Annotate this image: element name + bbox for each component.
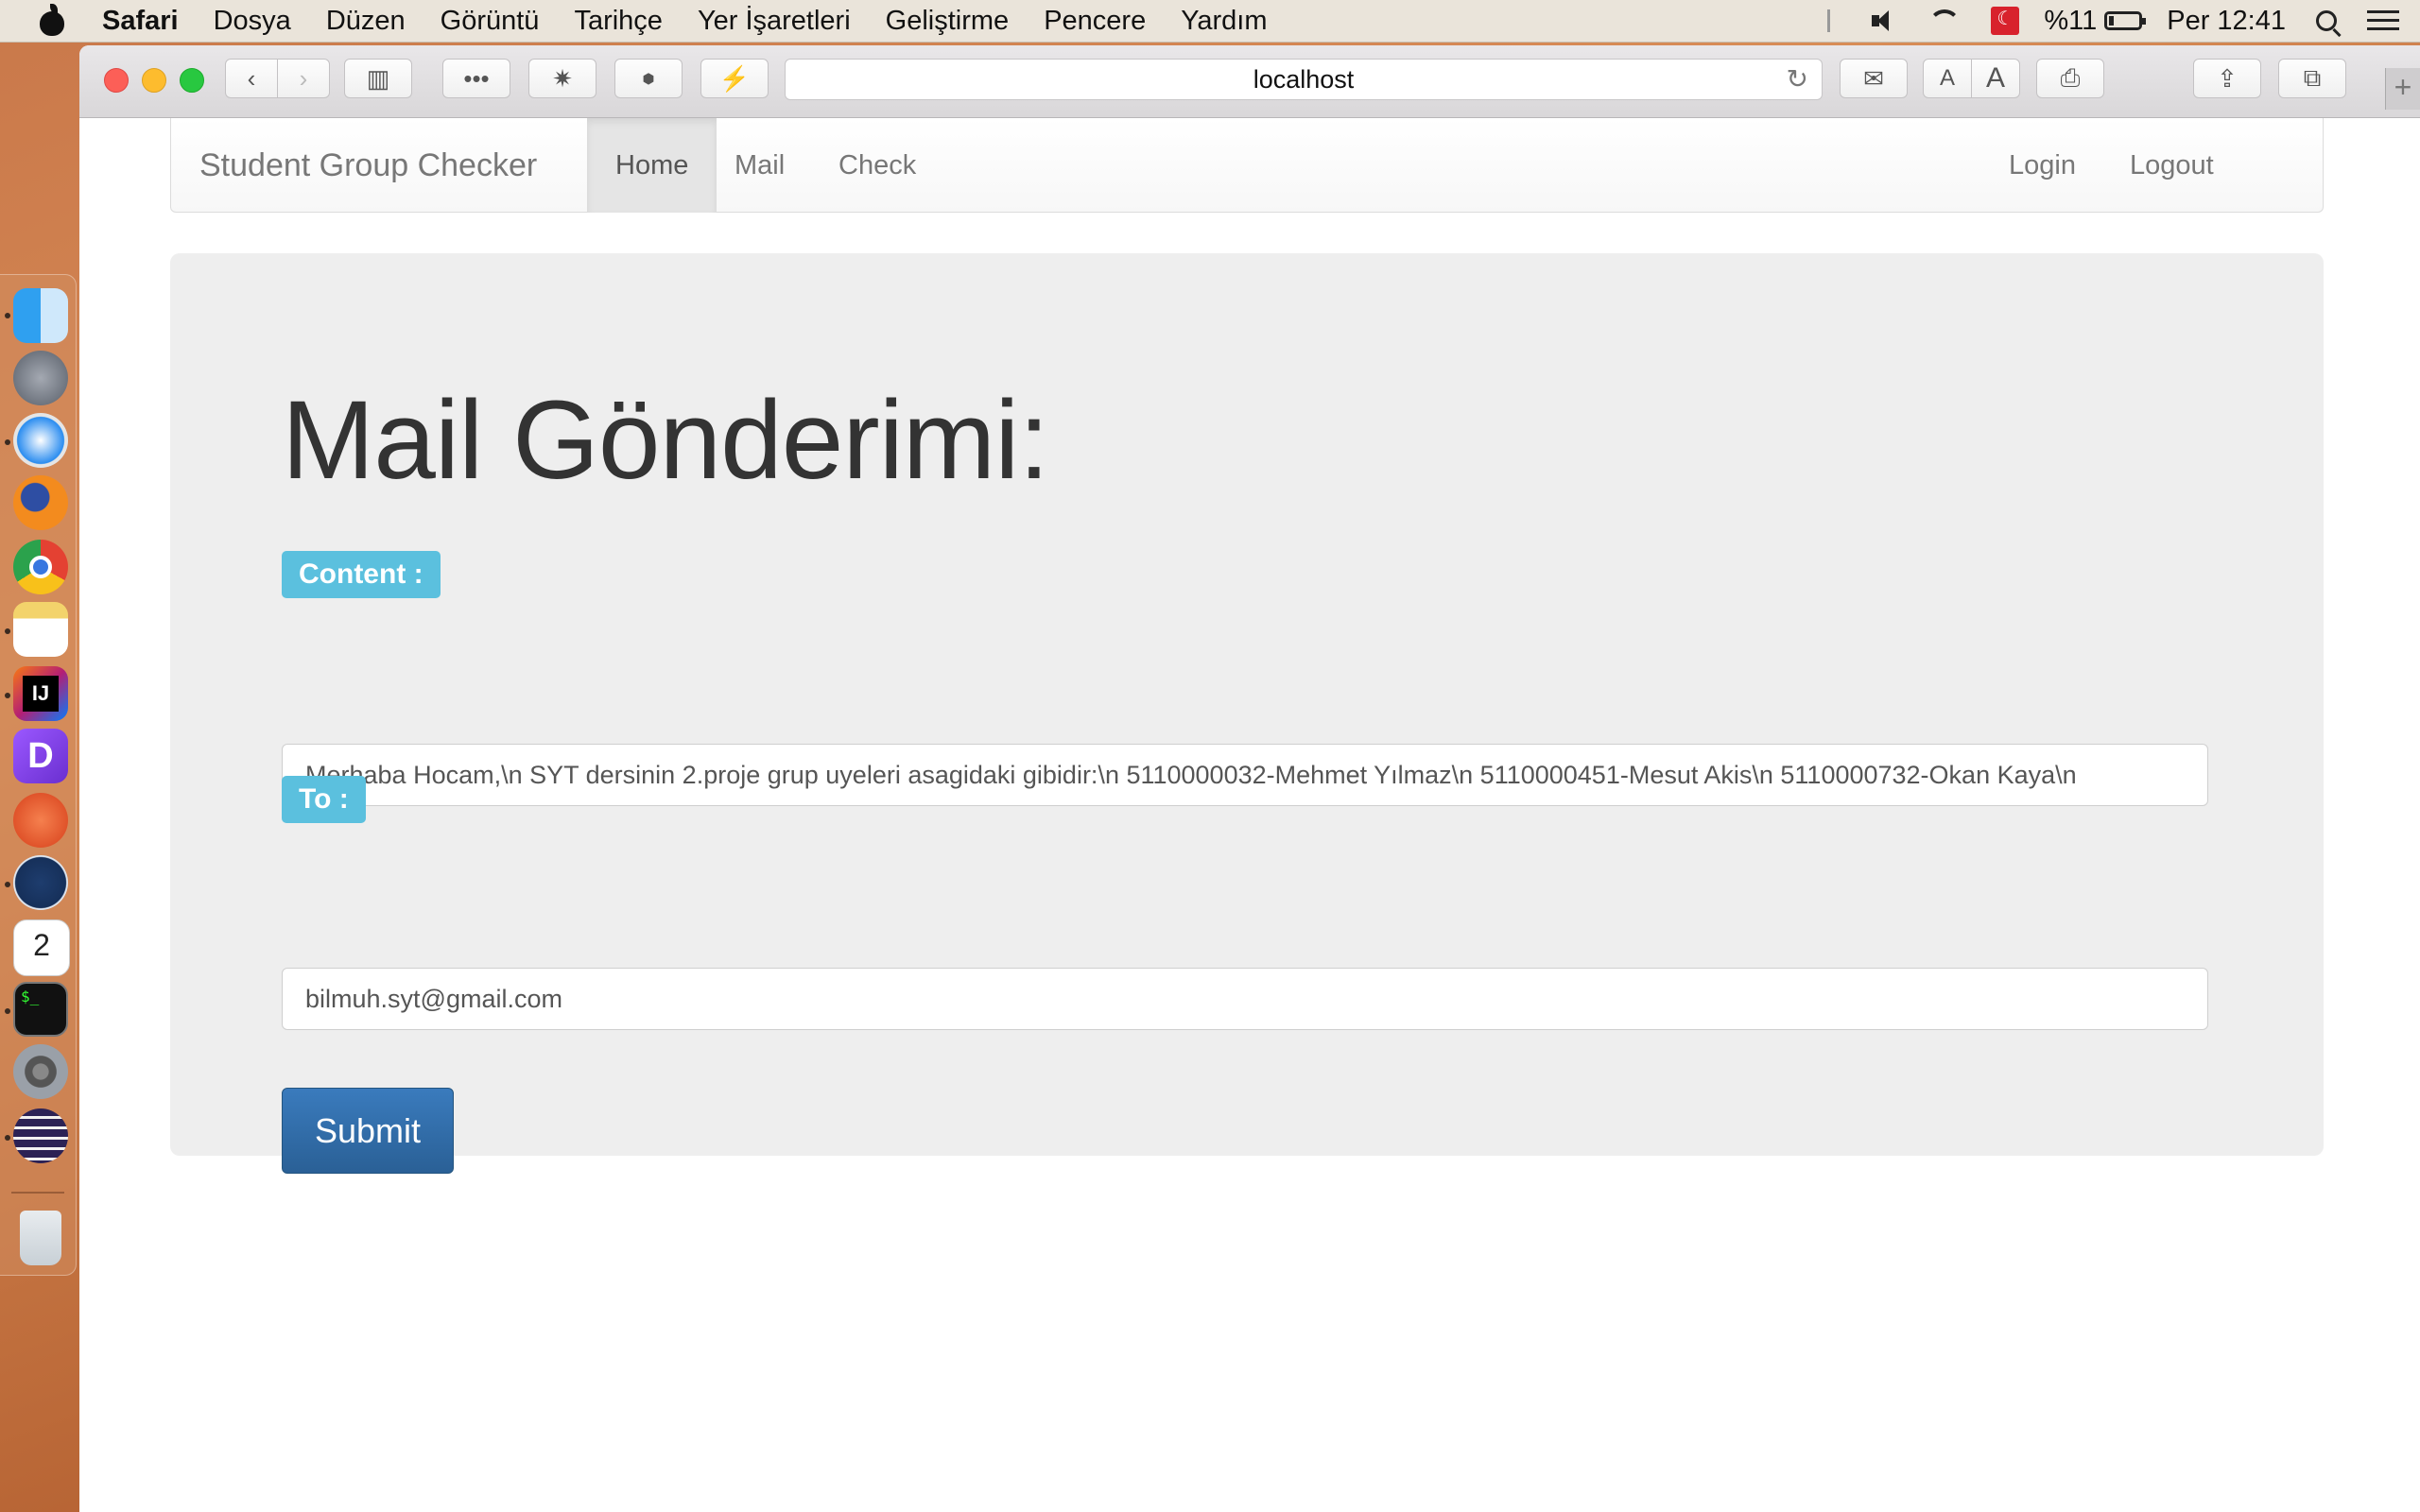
dock xyxy=(0,274,77,1276)
sidebar-icon: ▥ xyxy=(366,63,390,93)
browser-window: ‹ › ▥ ••• ✷ ⬢ ⚡ localhost ↻ ✉ A A ⎙ ⇪ ⧉ … xyxy=(79,45,2420,1512)
adblock-button[interactable]: ⬢ xyxy=(614,59,683,98)
text-larger-button[interactable]: A xyxy=(1971,59,2020,98)
share-button[interactable]: ⇪ xyxy=(2193,59,2261,98)
to-label: To : xyxy=(282,776,366,823)
tabs-icon: ⧉ xyxy=(2303,63,2322,92)
bug-icon: ✷ xyxy=(552,63,573,93)
wifi-icon[interactable] xyxy=(1928,9,1962,42)
system-preferences-icon[interactable] xyxy=(13,1044,68,1099)
chevron-left-icon: ‹ xyxy=(247,63,256,93)
dash-icon[interactable] xyxy=(13,729,68,783)
font-larger-icon: A xyxy=(1985,62,2005,94)
apple-icon[interactable] xyxy=(36,4,68,38)
lightning-extension-button[interactable]: ⚡ xyxy=(700,59,769,98)
menu-pencere[interactable]: Pencere xyxy=(1044,6,1146,37)
print-button[interactable]: ⎙ xyxy=(2036,59,2104,98)
forward-button[interactable]: › xyxy=(277,59,330,98)
menu-gelistirme[interactable]: Geliştirme xyxy=(886,6,1010,37)
spotlight-search-icon[interactable] xyxy=(2316,10,2337,31)
lightning-icon: ⚡ xyxy=(718,63,751,93)
sidebar-button[interactable]: ▥ xyxy=(344,59,412,98)
zoom-window-button[interactable] xyxy=(180,68,204,93)
printer-icon: ⎙ xyxy=(2060,63,2081,92)
menu-yer-isaretleri[interactable]: Yer İşaretleri xyxy=(698,6,851,37)
input-source-flag-icon[interactable] xyxy=(1991,7,2020,35)
navbar-brand[interactable]: Student Group Checker xyxy=(199,118,537,213)
volume-icon[interactable] xyxy=(1870,9,1898,33)
intellij-icon[interactable] xyxy=(13,666,68,721)
running-indicator xyxy=(5,628,10,634)
plus-icon: + xyxy=(2394,70,2412,104)
running-indicator xyxy=(5,882,10,887)
abp-icon: ⬢ xyxy=(642,70,655,86)
nav-link-home[interactable]: Home xyxy=(587,118,717,213)
content-label: Content : xyxy=(282,551,441,598)
menu-goruntu[interactable]: Görüntü xyxy=(441,6,540,37)
notes-icon[interactable] xyxy=(13,602,68,657)
menu-duzen[interactable]: Düzen xyxy=(326,6,406,37)
extension-button[interactable]: ••• xyxy=(442,59,510,98)
menu-dosya[interactable]: Dosya xyxy=(214,6,291,37)
new-tab-button[interactable]: + xyxy=(2385,68,2420,110)
navbar: Student Group Checker Home Mail Check Lo… xyxy=(170,118,2324,213)
menu-tarihce[interactable]: Tarihçe xyxy=(574,6,663,37)
trash-icon[interactable] xyxy=(20,1211,61,1265)
text-smaller-button[interactable]: A xyxy=(1923,59,1972,98)
calendar-icon[interactable] xyxy=(13,919,70,976)
chevron-right-icon: › xyxy=(299,63,308,93)
share-icon: ⇪ xyxy=(2217,63,2238,93)
reload-icon[interactable]: ↻ xyxy=(1787,60,1808,99)
firefox-icon[interactable] xyxy=(13,475,68,530)
safari-icon[interactable] xyxy=(13,413,68,468)
terminal-icon[interactable] xyxy=(13,982,68,1037)
mail-form-panel: Mail Gönderimi: Content : Merhaba Hocam,… xyxy=(170,253,2324,1174)
running-indicator xyxy=(5,1135,10,1141)
menu-app-safari[interactable]: Safari xyxy=(102,6,179,37)
font-smaller-icon: A xyxy=(1939,65,1955,91)
web-page: Student Group Checker Home Mail Check Lo… xyxy=(79,118,2420,1512)
to-email-input[interactable]: bilmuh.syt@gmail.com xyxy=(282,968,2208,1030)
notification-center-icon[interactable] xyxy=(2367,10,2399,31)
finder-icon[interactable] xyxy=(13,288,68,343)
content-input[interactable]: Merhaba Hocam,\n SYT dersinin 2.proje gr… xyxy=(282,744,2208,806)
launchpad-icon[interactable] xyxy=(13,351,68,405)
tabs-overview-button[interactable]: ⧉ xyxy=(2278,59,2346,98)
close-window-button[interactable] xyxy=(104,68,129,93)
envelope-icon: ✉ xyxy=(1863,63,1884,93)
running-indicator xyxy=(5,439,10,445)
nav-link-check[interactable]: Check xyxy=(810,118,944,213)
sourcetree-icon[interactable] xyxy=(13,855,68,910)
clock[interactable]: Per 12:41 xyxy=(2167,6,2286,37)
minimize-window-button[interactable] xyxy=(142,68,166,93)
running-indicator xyxy=(5,693,10,698)
nav-link-mail[interactable]: Mail xyxy=(706,118,813,213)
battery-icon[interactable] xyxy=(2104,11,2147,30)
back-button[interactable]: ‹ xyxy=(225,59,278,98)
running-indicator xyxy=(5,313,10,318)
battery-percent[interactable]: %11 xyxy=(2044,6,2097,37)
running-indicator xyxy=(5,1008,10,1014)
more-dots-icon: ••• xyxy=(463,63,490,93)
pen-icon[interactable] xyxy=(13,793,68,848)
dock-separator xyxy=(11,1192,64,1194)
page-title: Mail Gönderimi: xyxy=(282,378,1049,503)
menu-bar: Safari Dosya Düzen Görüntü Tarihçe Yer İ… xyxy=(0,0,2420,43)
menu-list: Safari Dosya Düzen Görüntü Tarihçe Yer İ… xyxy=(102,6,1303,37)
bluetooth-icon[interactable] xyxy=(1827,9,1840,32)
debug-extension-button[interactable]: ✷ xyxy=(528,59,596,98)
nav-link-logout[interactable]: Logout xyxy=(2101,118,2242,213)
url-text: localhost xyxy=(1253,65,1355,94)
chrome-icon[interactable] xyxy=(13,540,68,594)
status-area: %11 Per 12:41 xyxy=(1827,0,2399,42)
browser-toolbar: ‹ › ▥ ••• ✷ ⬢ ⚡ localhost ↻ ✉ A A ⎙ ⇪ ⧉ … xyxy=(79,45,2420,118)
menu-yardim[interactable]: Yardım xyxy=(1181,6,1267,37)
mail-share-button[interactable]: ✉ xyxy=(1840,59,1908,98)
submit-button[interactable]: Submit xyxy=(282,1088,454,1174)
eclipse-icon[interactable] xyxy=(13,1108,68,1163)
nav-link-login[interactable]: Login xyxy=(1980,118,2104,213)
address-bar[interactable]: localhost ↻ xyxy=(785,59,1823,100)
